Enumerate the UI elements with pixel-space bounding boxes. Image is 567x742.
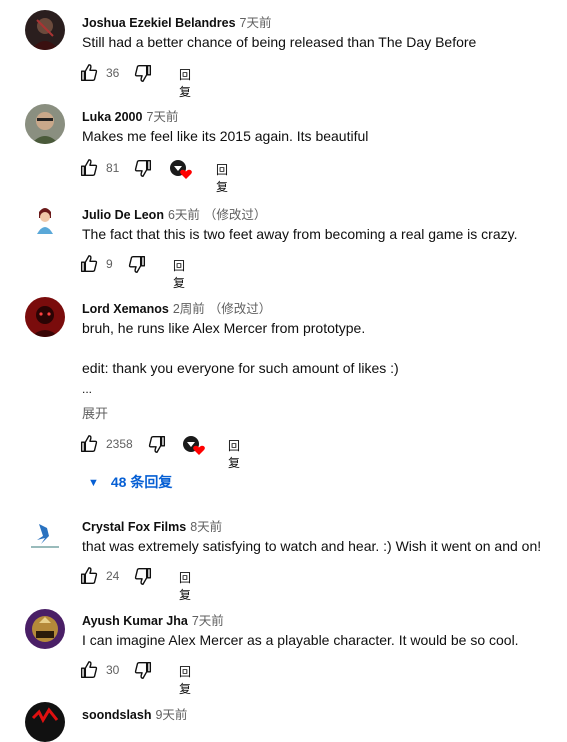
comment-header: Julio De Leon 6天前 （修改过）	[82, 204, 266, 223]
comment-author[interactable]: Joshua Ezekiel Belandres	[82, 16, 236, 30]
avatar[interactable]	[25, 104, 65, 144]
thumbs-up-icon	[80, 64, 98, 82]
dislike-button[interactable]	[132, 62, 156, 86]
view-replies-button[interactable]: ▼ 48 条回复	[88, 472, 172, 492]
comment-text: bruh, he runs like Alex Mercer from prot…	[82, 320, 366, 336]
like-count: 24	[106, 569, 120, 583]
like-button[interactable]	[78, 433, 102, 457]
like-count: 9	[106, 257, 113, 271]
like-count: 30	[106, 663, 120, 677]
like-count: 36	[106, 66, 120, 80]
creator-heart-icon	[181, 433, 207, 457]
thumbs-down-icon	[148, 435, 166, 453]
expand-button[interactable]: 展开	[82, 403, 108, 422]
dislike-button[interactable]	[132, 565, 156, 589]
creator-heart-icon	[168, 157, 194, 181]
like-button[interactable]	[78, 157, 102, 181]
reply-button[interactable]: 回复	[216, 161, 228, 195]
like-count: 2358	[106, 437, 133, 451]
reply-button[interactable]: 回复	[173, 257, 185, 291]
reply-button[interactable]: 回复	[179, 663, 191, 697]
like-count: 81	[106, 161, 120, 175]
like-button[interactable]	[78, 253, 102, 277]
thumbs-down-icon	[128, 255, 146, 273]
comment-header: Joshua Ezekiel Belandres 7天前	[82, 12, 272, 31]
comment-text-edit: edit: thank you everyone for such amount…	[82, 360, 399, 376]
thumbs-up-icon	[80, 567, 98, 585]
avatar[interactable]	[25, 10, 65, 50]
dislike-button[interactable]	[132, 157, 156, 181]
comment-author[interactable]: Julio De Leon	[82, 208, 164, 222]
avatar[interactable]	[25, 609, 65, 649]
comment-ellipsis: ...	[82, 382, 93, 396]
thumbs-down-icon	[134, 64, 152, 82]
thumbs-up-icon	[80, 159, 98, 177]
chevron-down-icon: ▼	[88, 477, 99, 489]
comment-text: I can imagine Alex Mercer as a playable …	[82, 632, 519, 648]
comment-header: Ayush Kumar Jha 7天前	[82, 610, 224, 629]
avatar[interactable]	[25, 702, 65, 742]
like-button[interactable]	[78, 659, 102, 683]
comment-time[interactable]: 7天前	[240, 16, 272, 30]
reply-button[interactable]: 回复	[179, 569, 191, 603]
comment-text: Makes me feel like its 2015 again. Its b…	[82, 128, 369, 144]
comment-time[interactable]: 7天前	[192, 614, 224, 628]
thumbs-up-icon	[80, 661, 98, 679]
thumbs-up-icon	[80, 435, 98, 453]
comment-header: Luka 2000 7天前	[82, 106, 178, 125]
like-button[interactable]	[78, 62, 102, 86]
thumbs-down-icon	[134, 567, 152, 585]
avatar[interactable]	[25, 516, 65, 556]
comment-author[interactable]: Luka 2000	[82, 110, 142, 124]
comment-time[interactable]: 6天前	[168, 208, 200, 222]
dislike-button[interactable]	[146, 433, 170, 457]
comment-author[interactable]: Ayush Kumar Jha	[82, 614, 188, 628]
thumbs-down-icon	[134, 159, 152, 177]
dislike-button[interactable]	[126, 253, 150, 277]
replies-count-label: 48 条回复	[110, 474, 173, 490]
comment-header: Lord Xemanos 2周前 （修改过）	[82, 298, 271, 317]
dislike-button[interactable]	[132, 659, 156, 683]
comment-author[interactable]: Crystal Fox Films	[82, 520, 186, 534]
comment-author[interactable]: Lord Xemanos	[82, 302, 169, 316]
comment-time[interactable]: 8天前	[190, 520, 222, 534]
comment-time[interactable]: 2周前	[173, 302, 205, 316]
comment-text: The fact that this is two feet away from…	[82, 226, 518, 242]
thumbs-down-icon	[134, 661, 152, 679]
avatar[interactable]	[25, 297, 65, 337]
like-button[interactable]	[78, 565, 102, 589]
comment-time[interactable]: 9天前	[155, 708, 187, 722]
reply-button[interactable]: 回复	[179, 66, 191, 100]
comment-text: Still had a better chance of being relea…	[82, 34, 477, 50]
comment-header: Crystal Fox Films 8天前	[82, 516, 222, 535]
avatar[interactable]	[25, 200, 65, 240]
comment-time[interactable]: 7天前	[146, 110, 178, 124]
comment-text: that was extremely satisfying to watch a…	[82, 538, 542, 554]
thumbs-up-icon	[80, 255, 98, 273]
comment-author[interactable]: soondslash	[82, 708, 151, 722]
edited-label: （修改过）	[208, 302, 272, 316]
reply-button[interactable]: 回复	[228, 437, 240, 471]
edited-label: （修改过）	[203, 208, 267, 222]
comment-header: soondslash 9天前	[82, 704, 187, 723]
